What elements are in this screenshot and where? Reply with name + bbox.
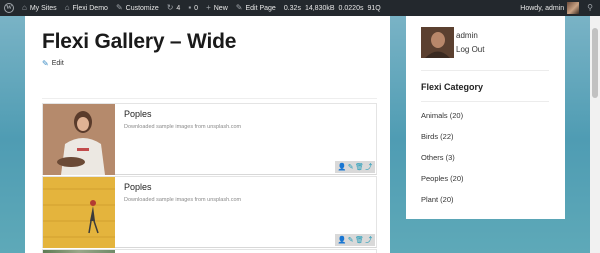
- wordpress-menu[interactable]: W: [0, 0, 18, 16]
- page-title: Flexi Gallery – Wide: [42, 30, 237, 53]
- gallery-list: Poples Downloaded sample images from uns…: [42, 103, 377, 253]
- trash-icon[interactable]: 🗑: [355, 164, 364, 171]
- howdy-label: Howdy, admin: [520, 4, 565, 12]
- category-widget-title: Flexi Category: [421, 82, 484, 92]
- user-avatar: [421, 27, 454, 58]
- trash-icon[interactable]: 🗑: [355, 237, 364, 244]
- sites-icon: ⌂: [22, 3, 27, 12]
- logout-link[interactable]: Log Out: [456, 45, 484, 54]
- perf-memory: 14,830kB: [304, 4, 335, 12]
- gallery-thumbnail[interactable]: [43, 104, 115, 175]
- share-icon[interactable]: ⤴: [365, 164, 372, 171]
- site-name-label: Flexi Demo: [72, 4, 108, 12]
- gallery-item-actions: 👤 ✎ 🗑 ⤴: [335, 161, 375, 173]
- admin-avatar: [567, 2, 580, 14]
- category-link[interactable]: Peoples (20): [421, 174, 464, 195]
- category-link[interactable]: Others (3): [421, 153, 464, 174]
- scrollbar-thumb[interactable]: [592, 28, 598, 98]
- paintbrush-icon: ✎: [115, 3, 123, 12]
- edit-page-label: Edit Page: [245, 4, 276, 12]
- gallery-item-title[interactable]: Poples: [124, 182, 152, 192]
- my-sites-menu[interactable]: ⌂ My Sites: [18, 0, 61, 16]
- gallery-item-actions: 👤 ✎ 🗑 ⤴: [335, 234, 375, 246]
- gallery-item-description: Downloaded sample images from unsplash.c…: [124, 124, 242, 130]
- home-icon: ⌂: [64, 3, 70, 12]
- user-icon[interactable]: 👤: [338, 237, 347, 244]
- gallery-item[interactable]: [42, 249, 377, 253]
- customize-link[interactable]: ✎ Customize: [112, 0, 163, 16]
- query-monitor-menu[interactable]: 0.32s 14,830kB 0.0220s 91Q: [280, 0, 385, 16]
- user-icon[interactable]: 👤: [338, 164, 347, 171]
- adminbar-search[interactable]: ⚲: [583, 0, 600, 16]
- new-label: New: [213, 4, 228, 12]
- perf-queries: 91Q: [367, 4, 381, 12]
- edit-icon: ✎: [42, 59, 49, 68]
- category-link[interactable]: Birds (22): [421, 132, 464, 153]
- customize-label: Customize: [125, 4, 159, 12]
- updates-icon: ↻: [166, 3, 174, 12]
- share-icon[interactable]: ⤴: [365, 237, 372, 244]
- edit-icon[interactable]: ✎: [348, 164, 354, 171]
- updates-count: 4: [176, 4, 181, 12]
- perf-query-time: 0.0220s: [338, 4, 364, 12]
- gallery-item-description: Downloaded sample images from unsplash.c…: [124, 197, 242, 203]
- edit-icon[interactable]: ✎: [348, 237, 354, 244]
- gallery-item[interactable]: Poples Downloaded sample images from uns…: [42, 176, 377, 248]
- my-sites-label: My Sites: [29, 4, 57, 12]
- admin-bar: W ⌂ My Sites ⌂ Flexi Demo ✎ Customize ↻ …: [0, 0, 600, 16]
- search-icon: ⚲: [587, 3, 593, 12]
- main-content: Flexi Gallery – Wide ✎ Edit Poples Downl…: [25, 16, 390, 253]
- comments-count: 0: [194, 4, 199, 12]
- category-link[interactable]: Animals (20): [421, 111, 464, 132]
- edit-link[interactable]: ✎ Edit: [42, 59, 64, 68]
- divider: [42, 98, 377, 99]
- gallery-item-title[interactable]: Poples: [124, 109, 152, 119]
- wordpress-icon: W: [4, 3, 14, 13]
- category-link[interactable]: Plant (20): [421, 195, 464, 216]
- page-scrollbar[interactable]: [590, 16, 600, 253]
- comments-link[interactable]: ▪ 0: [184, 0, 202, 16]
- user-name: admin: [456, 31, 478, 40]
- edit-label: Edit: [51, 60, 64, 67]
- gallery-thumbnail[interactable]: [43, 177, 115, 248]
- plus-icon: +: [206, 3, 211, 12]
- pencil-icon: ✎: [235, 3, 243, 12]
- site-name-menu[interactable]: ⌂ Flexi Demo: [61, 0, 112, 16]
- divider: [421, 101, 549, 102]
- category-list: Animals (20) Birds (22) Others (3) Peopl…: [421, 111, 464, 216]
- sidebar: admin Log Out Flexi Category Animals (20…: [406, 16, 565, 219]
- comments-icon: ▪: [188, 3, 192, 12]
- edit-page-link[interactable]: ✎ Edit Page: [232, 0, 280, 16]
- gallery-item[interactable]: Poples Downloaded sample images from uns…: [42, 103, 377, 175]
- perf-time: 0.32s: [283, 4, 301, 12]
- account-menu[interactable]: Howdy, admin: [516, 0, 583, 16]
- divider: [421, 70, 549, 71]
- new-content-menu[interactable]: + New: [202, 0, 232, 16]
- updates-link[interactable]: ↻ 4: [163, 0, 185, 16]
